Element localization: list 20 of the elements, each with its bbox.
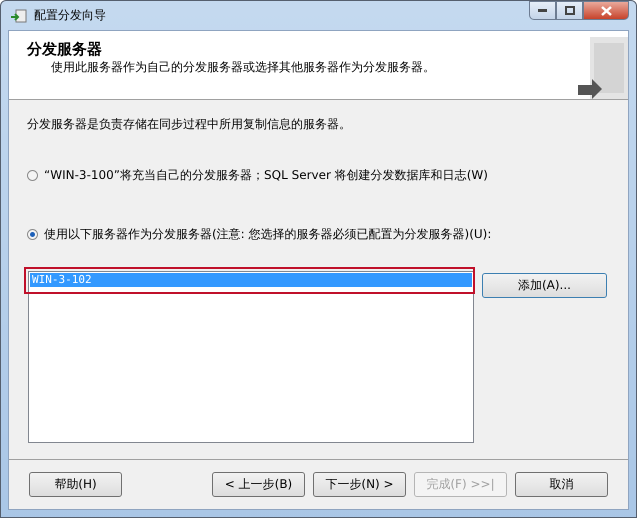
minimize-icon bbox=[538, 9, 547, 12]
close-icon bbox=[600, 6, 612, 16]
close-button[interactable] bbox=[583, 1, 629, 20]
add-button[interactable]: 添加(A)... bbox=[482, 273, 607, 298]
window-title: 配置分发向导 bbox=[34, 7, 106, 24]
dialog-button[interactable]: 取消 bbox=[515, 472, 608, 497]
maximize-icon bbox=[564, 6, 574, 15]
dialog-button[interactable]: < 上一步(B) bbox=[212, 472, 305, 497]
radio-button[interactable] bbox=[27, 170, 38, 181]
page-subtitle: 使用此服务器作为自己的分发服务器或选择其他服务器作为分发服务器。 bbox=[50, 59, 435, 76]
description-text: 分发服务器是负责存储在同步过程中所用复制信息的服务器。 bbox=[27, 116, 352, 133]
page-title: 分发服务器 bbox=[27, 40, 103, 59]
radio-button[interactable] bbox=[27, 229, 38, 240]
radio-option[interactable]: “WIN-3-100”将充当自己的分发服务器；SQL Server 将创建分发数据库和日志(W) bbox=[27, 167, 610, 184]
wizard-icon bbox=[10, 8, 28, 24]
radio-option[interactable]: 使用以下服务器作为分发服务器(注意: 您选择的服务器必须已配置为分发服务器)(U): bbox=[27, 226, 610, 243]
dialog-button[interactable]: 帮助(H) bbox=[29, 472, 122, 497]
maximize-button[interactable] bbox=[556, 1, 583, 20]
dialog-button[interactable]: 下一步(N) > bbox=[313, 472, 406, 497]
minimize-button[interactable] bbox=[529, 1, 556, 20]
